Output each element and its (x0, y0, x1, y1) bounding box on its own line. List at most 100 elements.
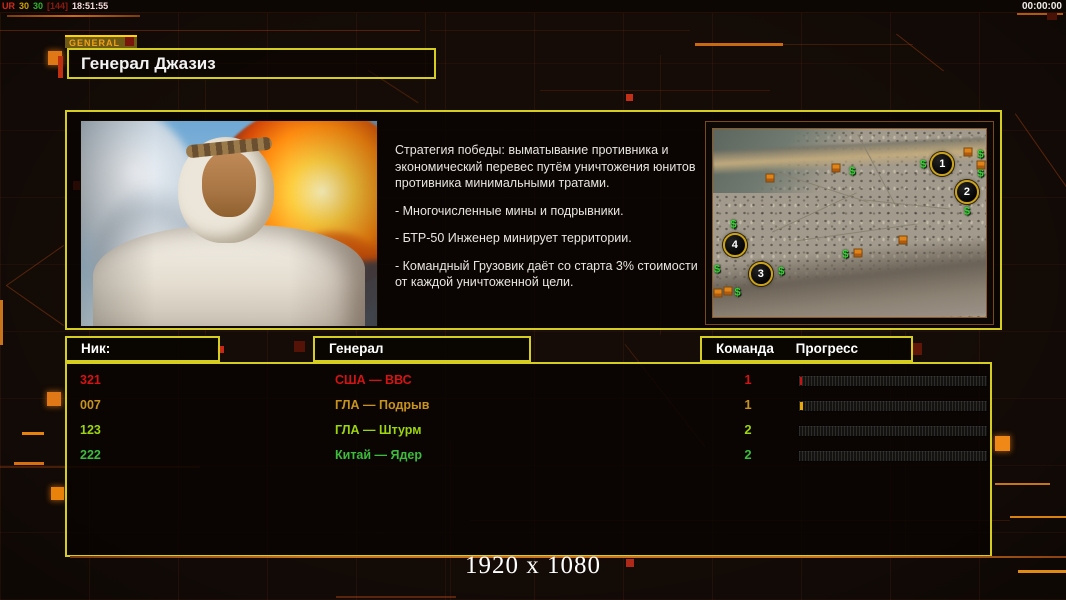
minimap: 1234$$$$$$$$$$ (712, 128, 987, 318)
player-team: 1 (733, 397, 763, 412)
deco-line (1015, 113, 1066, 187)
map-supply-icon: $ (714, 265, 720, 276)
map-supply-icon: $ (920, 159, 926, 170)
header-progress-label: Прогресс (796, 341, 858, 356)
general-tab: GENERAL (65, 35, 137, 48)
player-progress-bar (799, 401, 987, 411)
deco-square (51, 487, 64, 500)
deco-line (430, 30, 690, 31)
resolution-label: 1920 x 1080 (0, 552, 1066, 580)
map-oil-derrick-icon (714, 288, 723, 297)
player-nick: 222 (80, 448, 101, 462)
map-oil-derrick-icon (898, 235, 907, 244)
deco-line (6, 285, 64, 326)
deco-line (0, 30, 420, 31)
deco-square (47, 392, 61, 406)
map-oil-derrick-icon (853, 249, 862, 258)
deco-line (995, 483, 1050, 485)
strategy-text: Стратегия победы: выматывание противника… (395, 142, 700, 302)
map-supply-icon: $ (735, 287, 741, 298)
map-start-position-marker: 4 (723, 233, 747, 257)
strategy-paragraph: - БТР-50 Инженер минирует территории. (395, 230, 700, 247)
player-row: 222 Китай — Ядер 2 (67, 444, 990, 469)
map-oil-derrick-icon (766, 173, 775, 182)
map-road (863, 200, 950, 210)
player-progress-bar (799, 426, 987, 436)
map-oil-derrick-icon (964, 147, 973, 156)
strategy-paragraph: - Командный Грузовик даёт со старта 3% с… (395, 258, 700, 291)
strategy-paragraph: Стратегия победы: выматывание противника… (395, 142, 700, 192)
player-nick: 321 (80, 373, 101, 387)
match-timer: 00:00:00 (1022, 1, 1062, 12)
player-team: 2 (733, 422, 763, 437)
player-team: 2 (733, 447, 763, 462)
players-table: 321 США — ВВС 1 007 ГЛА — Подрыв 1 123 Г… (65, 362, 992, 557)
header-general: Генерал (313, 336, 531, 362)
status-segment: 30 (33, 1, 43, 11)
map-start-position-marker: 1 (930, 152, 954, 176)
general-tab-label: GENERAL (69, 38, 120, 48)
gentool-status: UR 30 30 [144] 18:51:55 (2, 1, 112, 11)
deco-line (540, 90, 770, 91)
header-team-progress: Команда Прогресс (700, 336, 913, 362)
map-oil-derrick-icon (976, 160, 985, 169)
player-team: 1 (733, 372, 763, 387)
deco-line (695, 43, 783, 46)
map-start-position-marker: 3 (749, 262, 773, 286)
map-supply-icon: $ (964, 206, 970, 217)
player-row: 321 США — ВВС 1 (67, 369, 990, 394)
general-info-panel: Стратегия победы: выматывание противника… (65, 110, 1002, 330)
deco-line (783, 44, 913, 45)
portrait-shading (81, 121, 377, 326)
general-portrait (80, 120, 378, 327)
deco-dash (7, 15, 140, 17)
status-segment: [144] (47, 1, 68, 11)
strategy-paragraph: - Многочисленные мины и подрывники. (395, 203, 700, 220)
map-supply-icon: $ (730, 219, 736, 230)
player-general: ГЛА — Подрыв (335, 398, 429, 412)
deco-square (58, 56, 63, 78)
player-nick: 007 (80, 398, 101, 412)
player-general: Китай — Ядер (335, 448, 422, 462)
status-segment: 18:51:55 (72, 1, 108, 11)
header-general-label: Генерал (329, 341, 383, 356)
deco-dash (14, 462, 44, 465)
header-team-label: Команда (716, 341, 774, 356)
player-progress-bar (799, 376, 987, 386)
player-progress-bar (799, 451, 987, 461)
map-supply-icon: $ (842, 249, 848, 260)
deco-square (294, 341, 305, 352)
general-name-box: Генерал Джазиз (67, 48, 436, 79)
deco-line (6, 245, 64, 286)
player-nick: 123 (80, 423, 101, 437)
player-general: ГЛА — Штурм (335, 423, 422, 437)
map-oil-derrick-icon (724, 286, 733, 295)
status-segment: UR (2, 1, 15, 11)
header-nick: Ник: (65, 336, 220, 362)
player-row: 007 ГЛА — Подрыв 1 (67, 394, 990, 419)
map-supply-icon: $ (849, 167, 855, 178)
deco-square (626, 94, 633, 101)
header-nick-label: Ник: (81, 341, 110, 356)
deco-square (48, 51, 62, 65)
general-name: Генерал Джазиз (81, 54, 216, 73)
map-supply-icon: $ (778, 266, 784, 277)
map-road (772, 192, 857, 232)
player-row: 123 ГЛА — Штурм 2 (67, 419, 990, 444)
player-progress-fill (800, 402, 803, 410)
map-supply-icon: $ (977, 169, 983, 180)
deco-line (1010, 516, 1066, 518)
deco-line (336, 596, 456, 598)
deco-square (995, 436, 1010, 451)
map-supply-icon: $ (977, 150, 983, 161)
player-general: США — ВВС (335, 373, 412, 387)
status-segment: 30 (19, 1, 29, 11)
deco-dash (22, 432, 44, 435)
map-start-position-marker: 2 (955, 180, 979, 204)
deco-dash (1017, 13, 1063, 15)
minimap-panel: 1234$$$$$$$$$$ (705, 121, 994, 325)
loading-screen: UR 30 30 [144] 18:51:55 00:00:00 GENERAL Ген… (0, 0, 1066, 600)
top-status-bar: UR 30 30 [144] 18:51:55 00:00:00 (0, 0, 1066, 13)
deco-vline (0, 300, 3, 345)
player-progress-fill (800, 377, 802, 385)
